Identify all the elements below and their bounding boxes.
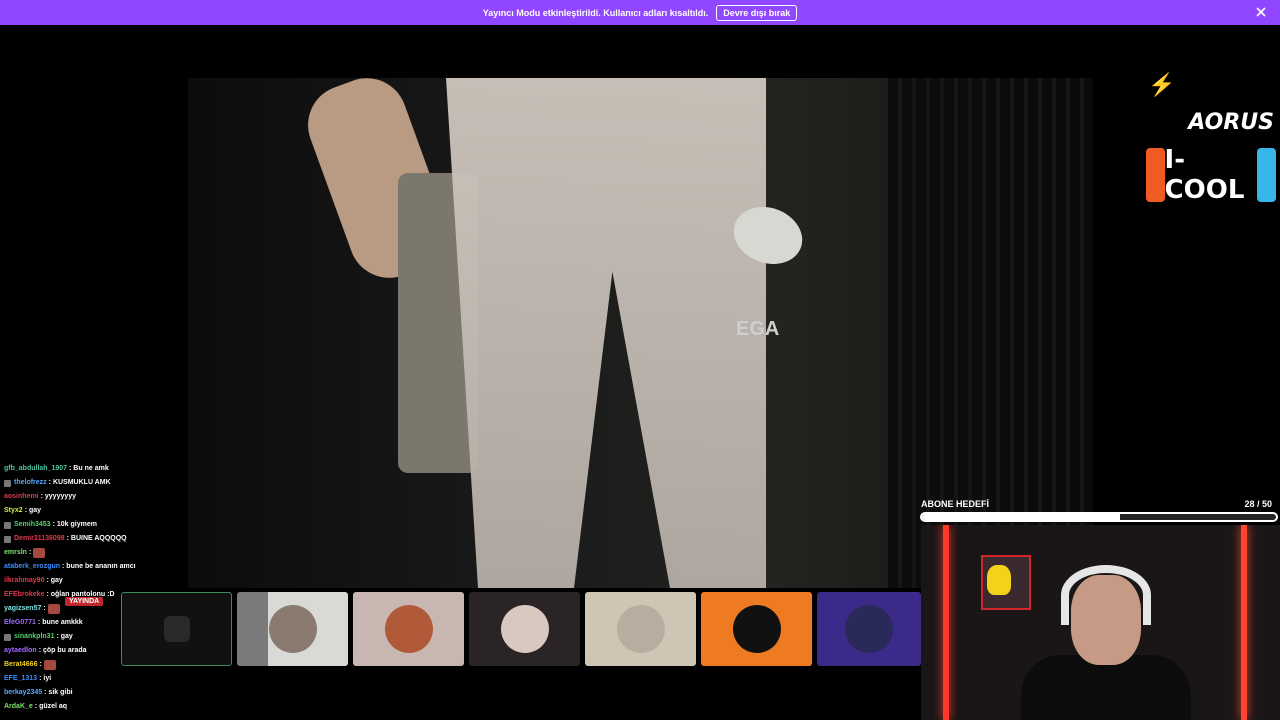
chat-text: : gay <box>24 507 42 514</box>
friend-tile[interactable] <box>237 592 348 666</box>
chat-emote-icon <box>33 548 46 558</box>
chat-message: Demir31136098: BUINE AQQQQQ <box>4 532 174 546</box>
chat-text: : iyi <box>39 675 52 682</box>
chat-text: : 10k giymem <box>52 521 97 528</box>
chat-username[interactable]: Semih3453 <box>14 518 51 532</box>
chat-text: : çöp bu arada <box>38 647 87 654</box>
chat-username[interactable]: Berat4666 <box>4 658 37 672</box>
chat-text: : gay <box>46 577 63 584</box>
chat-message: gfb_abdullah_1907: Bu ne amk <box>4 462 174 476</box>
chat-username[interactable]: EfeG0771 <box>4 616 36 630</box>
scene-pants <box>446 78 766 588</box>
chat-username[interactable]: ataberk_erozgun <box>4 560 60 574</box>
headphones-icon <box>1061 565 1151 625</box>
chat-text: : bune amkkk <box>37 619 83 626</box>
chat-message: thelofrezz: KUSMUKLU AMK <box>4 476 174 490</box>
chat-username[interactable]: aytaedlon <box>4 644 37 658</box>
friend-tiles <box>121 592 921 666</box>
webcam-feed <box>921 525 1280 720</box>
streamer-mode-banner: Yayıncı Modu etkinleştirildi. Kullanıcı … <box>0 0 1280 25</box>
chat-username[interactable]: Demir31136098 <box>14 532 65 546</box>
chat-username[interactable]: aosinhemi <box>4 490 39 504</box>
friend-tile[interactable] <box>817 592 921 666</box>
chat-badge-icon <box>4 535 11 543</box>
live-badge: YAYINDA <box>65 597 104 606</box>
chat-text: : güzel aq <box>34 703 68 710</box>
scene-logo-text: EGA <box>736 318 780 340</box>
chat-message: ataberk_erozgun: bune be ananın amcı <box>4 560 174 574</box>
chat-overlay: gfb_abdullah_1907: Bu ne amk thelofrezz: … <box>4 462 174 714</box>
chat-message: ArdaK_e: güzel aq <box>4 700 174 714</box>
chat-message: Semih3453: 10k giymem <box>4 518 174 532</box>
banner-text: Yayıncı Modu etkinleştirildi. Kullanıcı … <box>482 7 709 18</box>
avatar <box>500 605 549 653</box>
chat-text: : gay <box>56 633 73 640</box>
chat-username[interactable]: sinankpln31 <box>14 630 54 644</box>
friend-tile[interactable] <box>585 592 696 666</box>
neon-light-right <box>1241 525 1247 720</box>
chat-username[interactable]: yagizsen57 <box>4 602 41 616</box>
close-icon[interactable] <box>1254 5 1268 19</box>
chat-text: : sik gibi <box>44 689 73 696</box>
chat-username[interactable]: gfb_abdullah_1907 <box>4 462 67 476</box>
chat-username[interactable]: EFE_1313 <box>4 672 37 686</box>
chat-text: : bune be ananın amcı <box>62 563 136 570</box>
friend-tile[interactable] <box>121 592 232 666</box>
chat-message: Styx2: gay <box>4 504 174 518</box>
chat-badge-icon <box>4 633 11 641</box>
chat-message: EFE_1313: iyi <box>4 672 174 686</box>
friend-tile[interactable] <box>701 592 812 666</box>
chat-username[interactable]: thelofrezz <box>14 476 47 490</box>
chat-text: : yyyyyyyy <box>40 493 77 500</box>
sponsor-logos: ⚡ AORUS I-COOL <box>1140 72 1280 212</box>
goal-title: ABONE HEDEFİ <box>921 499 990 509</box>
chat-username[interactable]: ArdaK_e <box>4 700 33 714</box>
chat-message: ilkrahmay90: gay <box>4 574 174 588</box>
chat-badge-icon <box>4 521 11 529</box>
goal-count: 28 / 50 <box>1244 499 1272 509</box>
chat-username[interactable]: berkay2345 <box>4 686 42 700</box>
chat-username[interactable]: EFEbrokeke <box>4 588 44 602</box>
chat-username[interactable]: Styx2 <box>4 504 23 518</box>
chat-message: berkay2345: sik gibi <box>4 686 174 700</box>
neon-light-left <box>943 525 949 720</box>
chat-badge-icon <box>4 479 11 487</box>
chat-username[interactable]: emrsln <box>4 546 27 560</box>
avatar <box>616 605 665 653</box>
goal-progress-bar <box>920 512 1278 522</box>
chat-text: : <box>43 605 46 612</box>
friend-tile[interactable] <box>469 592 580 666</box>
icool-logo: I-COOL <box>1146 145 1276 205</box>
chat-message: emrsln: <box>4 546 174 560</box>
chat-emote-icon <box>47 604 60 614</box>
avatar <box>384 605 433 653</box>
goal-progress-fill <box>922 514 1121 520</box>
chat-text: : <box>28 549 32 556</box>
icool-text: I-COOL <box>1164 145 1245 205</box>
disable-button[interactable]: Devre dışı bırak <box>716 4 798 21</box>
can-orange-icon <box>1146 148 1165 202</box>
pikachu-figure <box>987 565 1011 595</box>
chat-emote-icon <box>43 660 56 670</box>
aorus-logo: AORUS <box>1188 110 1274 135</box>
friend-tile[interactable] <box>353 592 464 666</box>
chat-text: : Bu ne amk <box>69 465 109 472</box>
chat-text: : <box>39 661 42 668</box>
chat-message: aosinhemi: yyyyyyyy <box>4 490 174 504</box>
sponsor-bolt-icon: ⚡ <box>1148 72 1176 97</box>
avatar <box>268 605 317 653</box>
brand-logo-icon <box>732 605 781 653</box>
chat-text: : BUINE AQQQQQ <box>66 535 127 542</box>
avatar <box>845 605 893 653</box>
avatar <box>163 616 190 642</box>
sub-goal: ABONE HEDEFİ 28 / 50 <box>920 499 1280 525</box>
can-blue-icon <box>1257 148 1276 202</box>
chat-text: : KUSMUKLU AMK <box>48 479 111 486</box>
stream-viewer: Yayıncı Modu etkinleştirildi. Kullanıcı … <box>0 0 1280 720</box>
chat-username[interactable]: ilkrahmay90 <box>4 574 44 588</box>
